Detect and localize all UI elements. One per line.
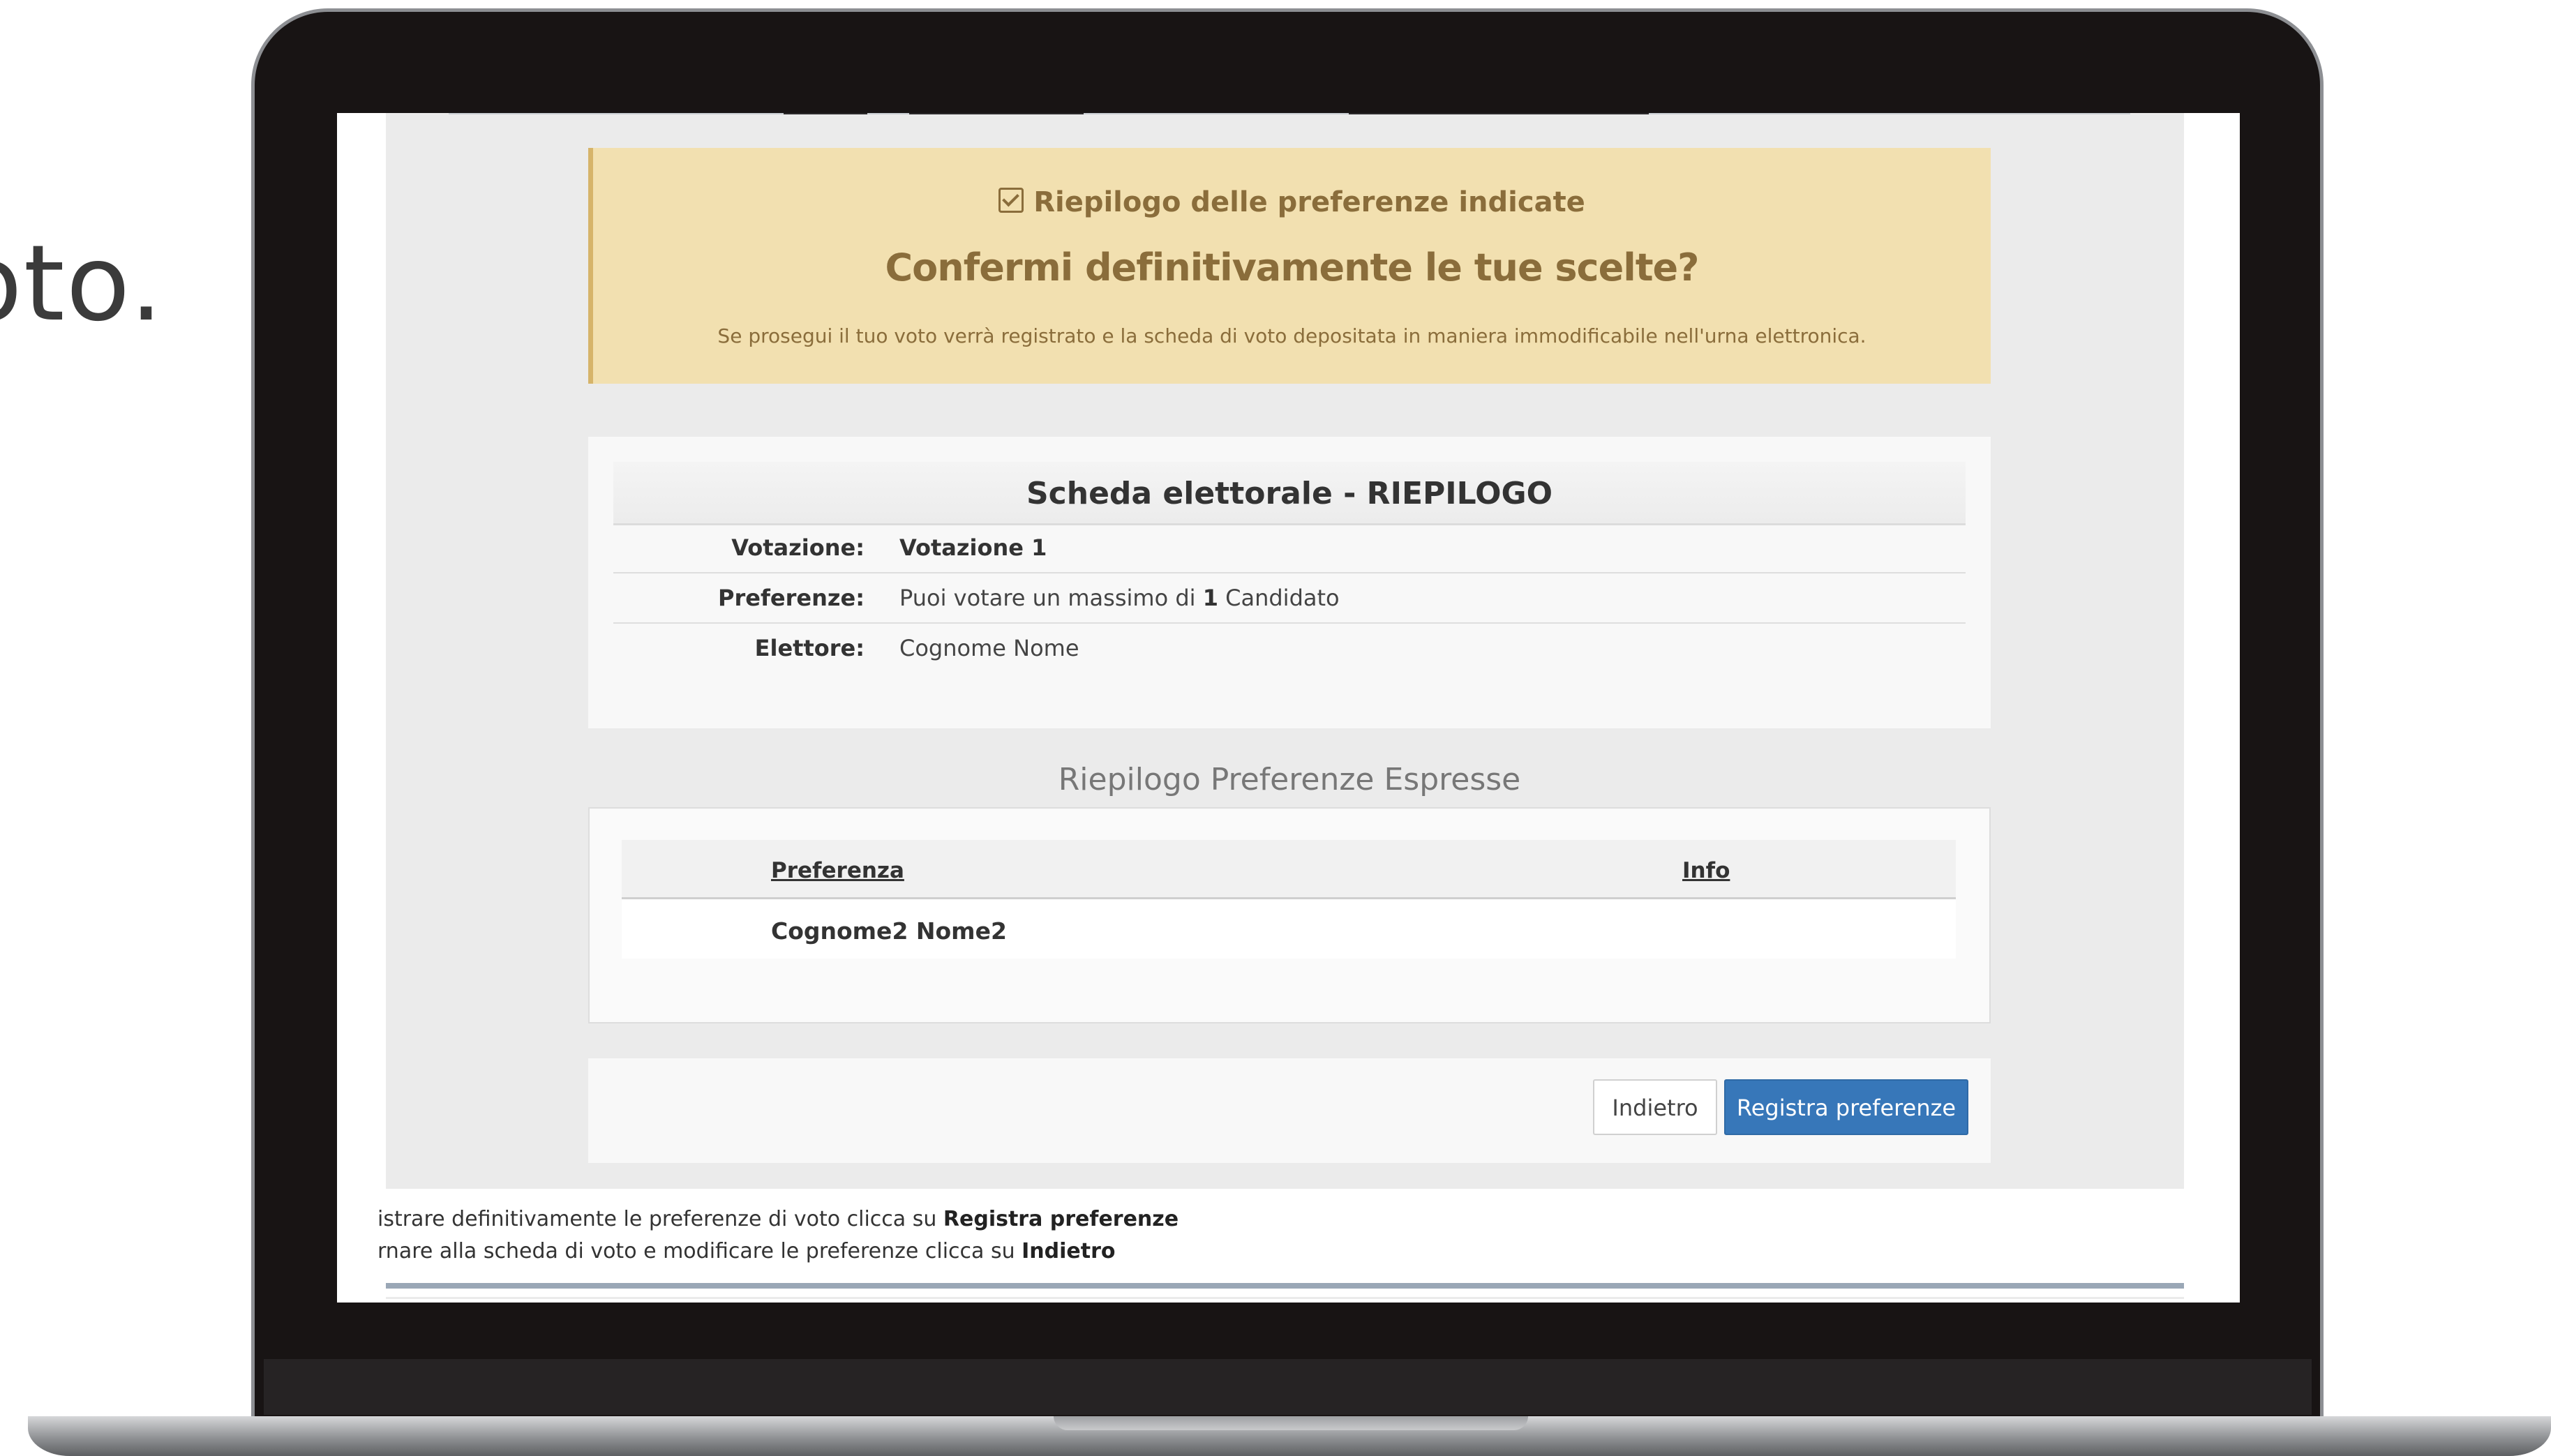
footer-divider <box>386 1283 2184 1289</box>
ballot-summary-card: Scheda elettorale - RIEPILOGO Votazione:… <box>588 437 1991 728</box>
register-preferences-button[interactable]: Registra preferenze <box>1724 1079 1968 1135</box>
preferences-card: Preferenza Info Cognome2 Nome2 <box>588 807 1991 1023</box>
checkbox-checked-icon <box>998 188 1024 213</box>
table-row: Cognome2 Nome2 <box>622 899 1956 959</box>
summary-row-elettore: Elettore: Cognome Nome <box>613 624 1966 673</box>
ballot-summary-title: Scheda elettorale - RIEPILOGO <box>613 462 1966 525</box>
alert-title-text: Riepilogo delle preferenze indicate <box>1033 186 1585 218</box>
laptop-hinge-notch <box>1054 1416 1528 1430</box>
laptop-screen: Riepilogo delle preferenze indicate Conf… <box>337 113 2240 1303</box>
help-line-register: istrare definitivamente le preferenze di… <box>377 1207 1179 1231</box>
preference-name: Cognome2 Nome2 <box>771 917 1007 945</box>
help-footer: istrare definitivamente le preferenze di… <box>377 1189 2184 1297</box>
back-button[interactable]: Indietro <box>1593 1079 1717 1135</box>
alert-heading: Confermi definitivamente le tue scelte? <box>885 246 1700 290</box>
voting-page: Riepilogo delle preferenze indicate Conf… <box>377 113 2184 1299</box>
header-image-strip <box>449 113 2130 114</box>
alert-title: Riepilogo delle preferenze indicate <box>593 186 1991 218</box>
alert-text: Se prosegui il tuo voto verrà registrato… <box>717 324 1867 347</box>
summary-value: Cognome Nome <box>899 635 1079 661</box>
confirmation-alert: Riepilogo delle preferenze indicate Conf… <box>588 148 1991 384</box>
summary-value: Votazione 1 <box>899 534 1047 561</box>
summary-label: Votazione: <box>731 534 865 561</box>
summary-label: Preferenze: <box>718 585 865 611</box>
help-line-back: rnare alla scheda di voto e modificare l… <box>377 1239 1116 1263</box>
actions-bar: Indietro Registra preferenze <box>588 1058 1991 1163</box>
column-header-info[interactable]: Info <box>1682 858 1730 883</box>
summary-row-preferenze: Preferenze: Puoi votare un massimo di 1 … <box>613 573 1966 624</box>
laptop-chin <box>264 1359 2312 1415</box>
preferences-section-title: Riepilogo Preferenze Espresse <box>1058 762 1521 797</box>
column-header-preferenza[interactable]: Preferenza <box>771 858 904 883</box>
summary-row-votazione: Votazione: Votazione 1 <box>613 523 1966 573</box>
summary-label: Elettore: <box>754 635 865 661</box>
summary-value: Puoi votare un massimo di 1 Candidato <box>899 585 1340 611</box>
preferences-table-header: Preferenza Info <box>622 840 1956 899</box>
slide-title-fragment: oto. <box>0 223 165 345</box>
